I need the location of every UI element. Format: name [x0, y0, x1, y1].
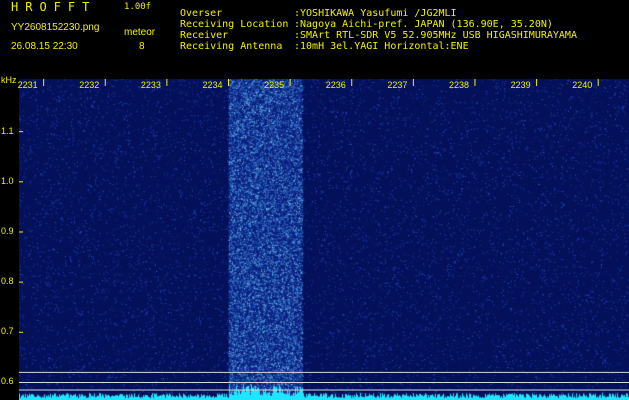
spectrogram-plot: [19, 79, 629, 400]
x-tick-label: 2235: [264, 80, 285, 90]
info-label: Overser: [180, 8, 223, 19]
header-panel: HROFFT 1.00f YY2608152230.png meteor 26.…: [0, 0, 629, 72]
info-label: Receiving Antenna: [180, 41, 283, 52]
y-tick-label: 0.7: [1, 326, 14, 337]
y-tick-label: 1.0: [1, 175, 14, 186]
y-tick-label: 0.6: [1, 376, 14, 387]
y-tick-label: 0.8: [1, 276, 14, 287]
info-row-observer: Overser :YOSHIKAWA Yasufumi /JG2MLI: [180, 8, 577, 19]
x-tick-label: 2236: [325, 80, 346, 90]
x-tick-label: 2238: [448, 80, 469, 90]
y-tick-label: 1.1: [1, 125, 14, 136]
y-tick-label: 0.9: [1, 225, 14, 236]
info-row-antenna: Receiving Antenna :10mH 3el.YAGI Horizon…: [180, 41, 577, 52]
info-label: Receiving Location: [180, 19, 289, 30]
app-version: 1.00f: [124, 2, 152, 12]
app-name: HROFFT: [11, 0, 97, 14]
x-tick-label: 2239: [510, 80, 531, 90]
info-row-receiver: Receiver :SMArt RTL-SDR V5 52.905MHz USB…: [180, 30, 577, 41]
x-tick-label: 2232: [79, 80, 100, 90]
info-value: :Nagoya Aichi-pref. JAPAN (136.90E, 35.2…: [294, 19, 553, 30]
station-info: Overser :YOSHIKAWA Yasufumi /JG2MLI Rece…: [180, 8, 577, 52]
info-label: Receiver: [180, 30, 229, 41]
x-tick-label: 2234: [202, 80, 223, 90]
mode-label: meteor: [124, 27, 156, 38]
x-tick-label: 2233: [140, 80, 161, 90]
info-value: :YOSHIKAWA Yasufumi /JG2MLI: [294, 8, 457, 19]
waterfall-display: kHz 1.1 1.0 0.9 0.8 0.7 0.6 2231 2232 2233 2234 2…: [0, 72, 629, 400]
info-value: :SMArt RTL-SDR V5 52.905MHz USB HIGASHIM…: [294, 30, 577, 41]
meteor-count: 8: [139, 41, 145, 52]
x-tick-label: 2240: [572, 80, 593, 90]
info-value: :10mH 3el.YAGI Horizontal:ENE: [294, 41, 469, 52]
spectrogram-overlay: [19, 79, 629, 391]
y-axis-unit: kHz: [1, 75, 17, 85]
file-name: YY2608152230.png: [11, 22, 100, 33]
x-tick-label: 2231: [17, 80, 38, 90]
capture-datetime: 26.08.15 22:30: [11, 41, 78, 52]
x-tick-label: 2237: [387, 80, 408, 90]
info-row-location: Receiving Location :Nagoya Aichi-pref. J…: [180, 19, 577, 30]
hrofft-window: HROFFT 1.00f YY2608152230.png meteor 26.…: [0, 0, 629, 400]
